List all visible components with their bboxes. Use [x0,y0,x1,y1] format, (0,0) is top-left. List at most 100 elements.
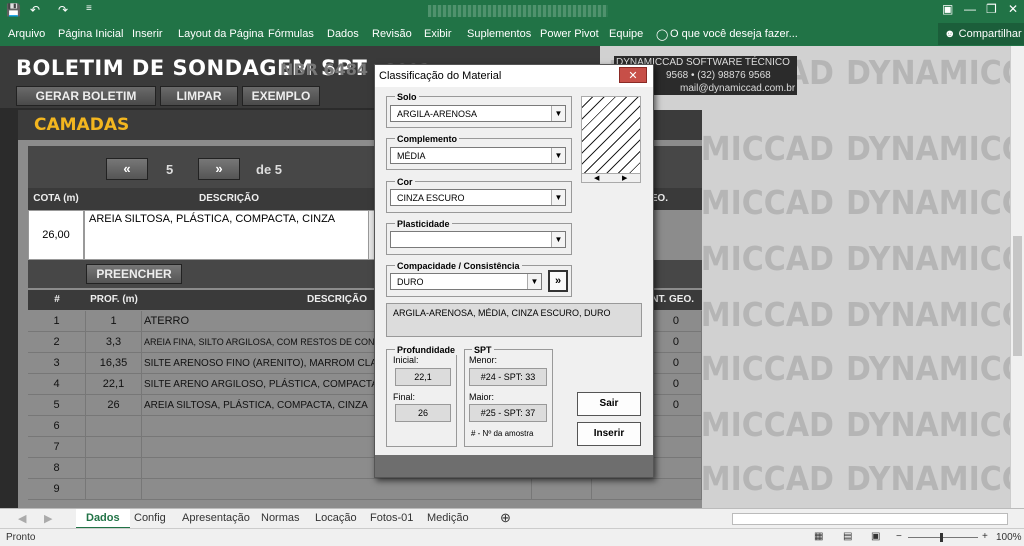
scroll-tabs-right-icon[interactable]: ▶ [44,512,52,525]
complemento-select[interactable]: MÉDIA ▼ [390,147,566,164]
redo-icon[interactable]: ↷ [58,3,68,17]
inicial-label: Inicial: [393,355,419,365]
watermark-text: DYNAMICCAD [846,130,1010,169]
menor-label: Menor: [469,355,498,365]
tab-power-pivot[interactable]: Power Pivot [540,28,599,40]
tab-layout[interactable]: Layout da Página [178,28,264,40]
spt-note: # - Nº da amostra [471,429,534,438]
tab-revisao[interactable]: Revisão [372,28,412,40]
spt-label: SPT [472,345,494,355]
sheet-tab-medicao[interactable]: Medição [427,512,469,524]
tab-equipe[interactable]: Equipe [609,28,643,40]
cota-field[interactable]: 26,00 [28,210,84,260]
page-break-icon[interactable]: ▣ [871,531,880,542]
chevron-down-icon[interactable]: ▼ [551,106,565,121]
horizontal-scrollbar[interactable] [732,513,1008,525]
scroll-tabs-left-icon[interactable]: ◀ [18,512,26,525]
watermark-text: DYNAMICCAD [846,54,1010,93]
save-icon[interactable]: 💾 [6,3,21,17]
row-geo [592,479,702,500]
status-bar: Pronto ▦ ▤ ▣ − + 100% [0,528,1024,546]
solo-select[interactable]: ARGILA-ARENOSA ▼ [390,105,566,122]
add-sheet-icon[interactable]: ⊕ [500,510,511,526]
row-num: 7 [28,437,86,458]
row-num: 3 [28,353,86,374]
tab-pagina-inicial[interactable]: Página Inicial [58,28,123,40]
compacidade-value: DURO [397,277,424,287]
customize-icon[interactable]: ≡ [86,3,92,14]
chevron-down-icon[interactable]: ▼ [551,148,565,163]
sheet-tab-config[interactable]: Config [134,512,166,524]
row-num: 9 [28,479,86,500]
row-prof: 3,3 [86,332,142,353]
fill-button[interactable]: PREENCHER [86,264,182,284]
cor-select[interactable]: CINZA ESCURO ▼ [390,189,566,206]
next-record-button[interactable]: » [198,158,240,180]
cor-value: CINZA ESCURO [397,193,465,203]
previous-record-button[interactable]: « [106,158,148,180]
vertical-scrollbar[interactable] [1010,46,1024,508]
scroll-right-icon[interactable]: ▶ [622,174,627,182]
close-window-icon[interactable]: ✕ [1008,2,1018,16]
maximize-icon[interactable]: ❐ [986,2,997,16]
tab-suplementos[interactable]: Suplementos [467,28,531,40]
ribbon-display-icon[interactable]: ▣ [942,2,953,16]
watermark-text: DYNAMICCAD [846,184,1010,223]
chevron-down-icon[interactable]: ▼ [551,232,565,247]
row-prof: 16,35 [86,353,142,374]
header-descricao: DESCRIÇÃO [84,188,374,210]
description-field[interactable]: AREIA SILTOSA, PLÁSTICA, COMPACTA, CINZA [84,210,370,260]
table-row[interactable]: 9 [28,479,702,500]
minimize-icon[interactable]: — [964,2,976,16]
zoom-level[interactable]: 100% [996,532,1022,543]
compacidade-label: Compacidade / Consistência [395,261,522,271]
tell-me-search[interactable]: O que você deseja fazer... [670,28,798,40]
exit-button[interactable]: Sair [577,392,641,416]
sheet-tabs-bar: ◀ ▶ Dados Config Apresentação Normas Loc… [0,508,1024,529]
zoom-in-icon[interactable]: + [982,531,988,542]
example-button[interactable]: EXEMPLO [242,86,320,106]
zoom-out-icon[interactable]: − [896,531,902,542]
sheet-tab-apresentacao[interactable]: Apresentação [182,512,250,524]
zoom-slider-thumb[interactable] [940,533,943,542]
dialog-close-button[interactable]: ✕ [619,67,647,83]
header-cota: COTA (m) [28,188,84,210]
generate-report-button[interactable]: GERAR BOLETIM [16,86,156,106]
row-prof: 26 [86,395,142,416]
sheet-tab-fotos[interactable]: Fotos-01 [370,512,413,524]
row-num: 1 [28,311,86,332]
maior-label: Maior: [469,392,495,402]
sheet-tab-locacao[interactable]: Locação [315,512,357,524]
undo-icon[interactable]: ↶ [30,3,40,17]
final-field: 26 [395,404,451,422]
zoom-slider[interactable] [908,537,978,538]
lightbulb-icon: ◯ [656,29,669,41]
share-button[interactable]: ☻ Compartilhar [938,23,1024,45]
more-options-button[interactable]: » [548,270,568,292]
tab-dados[interactable]: Dados [327,28,359,40]
chevron-down-icon[interactable]: ▼ [551,190,565,205]
row-num: 2 [28,332,86,353]
plasticidade-select[interactable]: ▼ [390,231,566,248]
clear-button[interactable]: LIMPAR [160,86,238,106]
page-layout-icon[interactable]: ▤ [843,531,852,542]
tab-formulas[interactable]: Fórmulas [268,28,314,40]
row-num: 4 [28,374,86,395]
document-title [428,5,608,17]
sheet-tab-dados[interactable]: Dados [76,509,130,529]
tab-inserir[interactable]: Inserir [132,28,163,40]
insert-button[interactable]: Inserir [577,422,641,446]
tab-arquivo[interactable]: Arquivo [8,28,45,40]
scroll-thumb[interactable] [1013,236,1022,356]
scroll-left-icon[interactable]: ◀ [594,174,599,182]
compacidade-select[interactable]: DURO ▼ [390,273,542,290]
hatch-scrollbar[interactable]: ◀ ▶ [581,173,641,183]
header-prof: PROF. (m) [86,290,142,310]
row-desc [142,479,532,500]
classification-summary: ARGILA-ARENOSA, MÉDIA, CINZA ESCURO, DUR… [386,303,642,337]
current-record: 5 [166,162,174,177]
chevron-down-icon[interactable]: ▼ [527,274,541,289]
normal-view-icon[interactable]: ▦ [814,531,823,542]
tab-exibir[interactable]: Exibir [424,28,452,40]
sheet-tab-normas[interactable]: Normas [261,512,300,524]
